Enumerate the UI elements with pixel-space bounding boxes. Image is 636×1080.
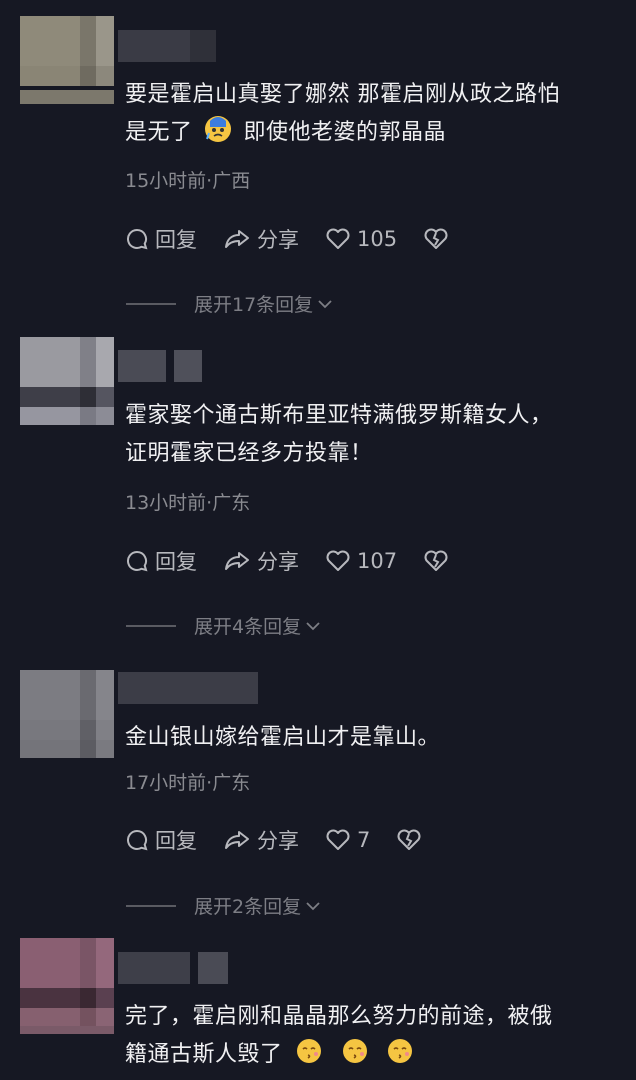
comment-text: 金山银山嫁给霍启山才是靠山。	[125, 719, 620, 757]
share-arrow-icon	[225, 552, 249, 570]
action-bar: 回复 分享 107	[125, 546, 481, 576]
comment-text: 霍家娶个通古斯布里亚特满俄罗斯籍女人， 证明霍家已经多方投靠！	[125, 397, 620, 473]
chevron-down-icon	[318, 299, 332, 308]
like-count: 7	[357, 828, 371, 852]
chevron-down-icon	[306, 621, 320, 630]
share-button[interactable]: 分享	[223, 546, 299, 576]
like-count: 107	[357, 549, 398, 573]
action-bar: 回复 分享 105	[125, 224, 481, 254]
crying-face-emoji-icon	[204, 115, 232, 156]
avatar[interactable]	[20, 670, 114, 758]
comment-text: 完了，霍启刚和晶晶那么努力的前途，被俄 籍通古斯人毁了	[125, 998, 620, 1078]
divider	[126, 904, 176, 907]
divider	[126, 302, 176, 305]
chevron-down-icon	[306, 901, 320, 910]
like-button[interactable]: 7	[325, 828, 370, 852]
avatar[interactable]	[20, 337, 114, 425]
share-button[interactable]: 分享	[223, 825, 299, 855]
text-line: 是无了 即使他老婆的郭晶晶	[125, 114, 620, 156]
divider	[126, 624, 176, 627]
action-bar: 回复 分享 7	[125, 825, 454, 855]
reply-button[interactable]: 回复	[125, 825, 197, 855]
reply-button[interactable]: 回复	[125, 546, 197, 576]
dislike-button[interactable]	[423, 549, 455, 573]
comment-bubble-icon	[127, 550, 148, 572]
broken-heart-icon	[424, 228, 448, 249]
comment-bubble-icon	[127, 829, 148, 851]
expand-replies-button[interactable]: 展开2条回复	[126, 892, 321, 919]
kissing-face-emoji-icon	[340, 1037, 370, 1078]
avatar[interactable]	[20, 938, 114, 1026]
comment-meta: 15小时前·广西	[125, 170, 251, 192]
like-button[interactable]: 105	[325, 227, 397, 251]
comment-bubble-icon	[127, 228, 148, 250]
comment-meta: 17小时前·广东	[125, 772, 251, 794]
share-arrow-icon	[225, 230, 249, 248]
dislike-button[interactable]	[396, 828, 428, 852]
heart-icon	[326, 228, 350, 249]
username[interactable]	[118, 350, 202, 382]
like-count: 105	[357, 227, 398, 251]
username[interactable]	[118, 30, 216, 62]
reply-button[interactable]: 回复	[125, 224, 197, 254]
avatar-strip	[20, 1026, 114, 1034]
heart-icon	[326, 550, 350, 571]
broken-heart-icon	[424, 550, 448, 571]
text-line: 金山银山嫁给霍启山才是靠山。	[125, 725, 441, 750]
kissing-face-emoji-icon	[385, 1037, 415, 1078]
text-line: 完了，霍启刚和晶晶那么努力的前途，被俄	[125, 1004, 553, 1029]
broken-heart-icon	[397, 829, 421, 850]
comment-meta: 13小时前·广东	[125, 492, 251, 514]
avatar-strip	[20, 90, 114, 104]
text-line: 霍家娶个通古斯布里亚特满俄罗斯籍女人，	[125, 403, 553, 428]
expand-replies-button[interactable]: 展开17条回复	[126, 290, 333, 317]
heart-icon	[326, 829, 350, 850]
username[interactable]	[118, 952, 228, 984]
like-button[interactable]: 107	[325, 549, 397, 573]
text-line: 籍通古斯人毁了	[125, 1036, 620, 1078]
text-line: 证明霍家已经多方投靠！	[125, 441, 373, 466]
dislike-button[interactable]	[423, 227, 455, 251]
username[interactable]	[118, 672, 258, 704]
share-button[interactable]: 分享	[223, 224, 299, 254]
share-arrow-icon	[225, 831, 249, 849]
expand-replies-button[interactable]: 展开4条回复	[126, 612, 321, 639]
kissing-face-emoji-icon	[294, 1037, 324, 1078]
text-line: 要是霍启山真娶了娜然 那霍启刚从政之路怕	[125, 82, 560, 107]
comment-text: 要是霍启山真娶了娜然 那霍启刚从政之路怕 是无了 即使他老婆的郭晶晶	[125, 76, 620, 156]
